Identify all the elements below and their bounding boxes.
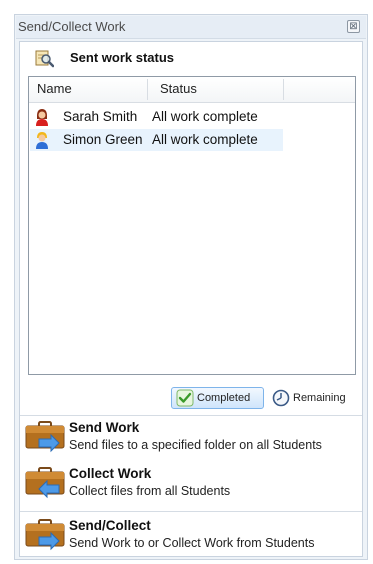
- remaining-filter-button[interactable]: Remaining: [270, 387, 360, 409]
- panel-title: Send/Collect Work: [18, 19, 126, 34]
- close-icon[interactable]: ⊠: [347, 20, 360, 33]
- student-status: All work complete: [152, 132, 258, 147]
- action-title: Collect Work: [69, 466, 152, 481]
- sent-work-list[interactable]: Name Status Sarah Smith All work complet…: [28, 76, 356, 375]
- panel-titlebar: Send/Collect Work ⊠: [16, 16, 366, 39]
- collect-work-action[interactable]: Collect Work Collect files from all Stud…: [20, 463, 362, 511]
- column-divider[interactable]: [147, 79, 148, 100]
- student-status: All work complete: [152, 109, 258, 124]
- completed-filter-button[interactable]: Completed: [171, 387, 264, 409]
- list-row-simon-green[interactable]: Simon Green All work complete: [30, 129, 283, 151]
- send-collect-work-panel: Send/Collect Work ⊠ Sent work status Nam…: [14, 14, 368, 560]
- action-title: Send Work: [69, 420, 140, 435]
- send-work-action[interactable]: Send Work Send files to a specified fold…: [20, 417, 362, 465]
- briefcase-send-icon: [25, 421, 65, 453]
- briefcase-sendcollect-icon: [25, 519, 65, 551]
- column-header-name[interactable]: Name: [37, 81, 72, 96]
- list-row-sarah-smith[interactable]: Sarah Smith All work complete: [30, 106, 283, 128]
- clock-icon: [272, 389, 290, 407]
- student-name: Sarah Smith: [63, 109, 138, 124]
- list-column-header: Name Status: [29, 77, 355, 103]
- column-header-status[interactable]: Status: [160, 81, 197, 96]
- action-description: Send Work to or Collect Work from Studen…: [69, 536, 315, 550]
- section-header: Sent work status: [20, 42, 362, 74]
- student-female-icon: [36, 109, 48, 126]
- completed-label: Completed: [197, 392, 251, 404]
- action-title: Send/Collect: [69, 518, 151, 533]
- remaining-label: Remaining: [293, 392, 346, 404]
- section-title: Sent work status: [70, 50, 175, 65]
- divider: [20, 415, 362, 416]
- divider: [20, 511, 362, 512]
- column-divider[interactable]: [283, 79, 284, 100]
- briefcase-collect-icon: [25, 467, 65, 499]
- student-male-icon: [36, 132, 48, 149]
- student-name: Simon Green: [63, 132, 143, 147]
- send-collect-action[interactable]: Send/Collect Send Work to or Collect Wor…: [20, 515, 362, 563]
- checkmark-icon: [176, 389, 194, 407]
- magnifier-document-icon: [35, 50, 54, 68]
- action-description: Send files to a specified folder on all …: [69, 438, 322, 452]
- panel-content: Sent work status Name Status Sarah Smith…: [19, 41, 363, 557]
- action-description: Collect files from all Students: [69, 484, 231, 498]
